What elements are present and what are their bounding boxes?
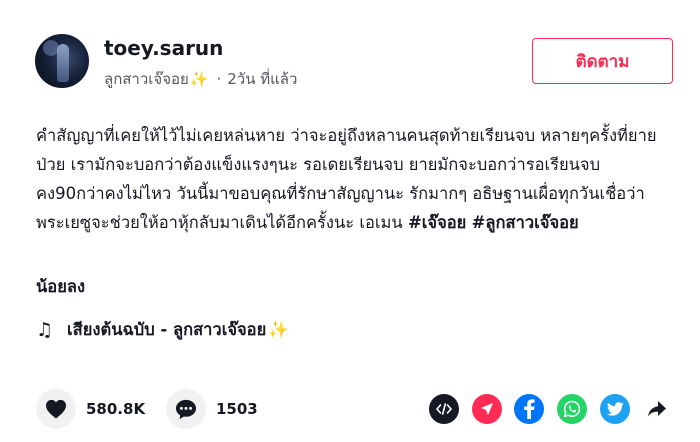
display-name[interactable]: ลูกสาวเจ๊จอย xyxy=(104,67,189,91)
sparkles-icon: ✨ xyxy=(268,320,289,339)
music-note-icon: ♫ xyxy=(36,319,54,341)
comment-button[interactable] xyxy=(166,389,206,429)
send-to-friends-icon[interactable] xyxy=(472,394,502,424)
author-subline: ลูกสาวเจ๊จอย ✨ · 2วัน ที่แล้ว xyxy=(104,67,297,91)
sparkles-icon: ✨ xyxy=(189,70,209,88)
whatsapp-icon[interactable] xyxy=(557,394,587,424)
comment-action: 1503 xyxy=(166,389,258,429)
avatar-figure xyxy=(57,44,69,82)
music-title: เสียงต้นฉบับ - ลูกสาวเจ๊จอย xyxy=(67,320,267,339)
heart-icon xyxy=(46,399,66,419)
music-link[interactable]: ♫ เสียงต้นฉบับ - ลูกสาวเจ๊จอย ✨ xyxy=(36,317,289,343)
hashtag-link[interactable]: #เจ๊จอย xyxy=(408,213,466,232)
like-action: 580.8K xyxy=(36,389,145,429)
like-count: 580.8K xyxy=(86,400,146,418)
comment-icon xyxy=(175,399,197,419)
comment-count: 1503 xyxy=(216,400,258,418)
separator-dot: · xyxy=(216,70,222,88)
share-arrow-icon[interactable] xyxy=(642,394,672,424)
username[interactable]: toey.sarun xyxy=(104,36,223,60)
hashtag-link[interactable]: #ลูกสาวเจ๊จอย xyxy=(472,213,579,232)
embed-icon[interactable] xyxy=(429,394,459,424)
facebook-icon[interactable] xyxy=(514,394,544,424)
like-button[interactable] xyxy=(36,389,76,429)
avatar[interactable] xyxy=(35,34,89,88)
follow-button[interactable]: ติดตาม xyxy=(532,38,673,84)
video-caption: คำสัญญาที่เคยให้ไว้ไม่เคยหล่นหาย ว่าจะอย… xyxy=(36,121,666,237)
twitter-icon[interactable] xyxy=(600,394,630,424)
posted-time: 2วัน ที่แล้ว xyxy=(227,70,298,88)
show-less-button[interactable]: น้อยลง xyxy=(36,274,85,300)
